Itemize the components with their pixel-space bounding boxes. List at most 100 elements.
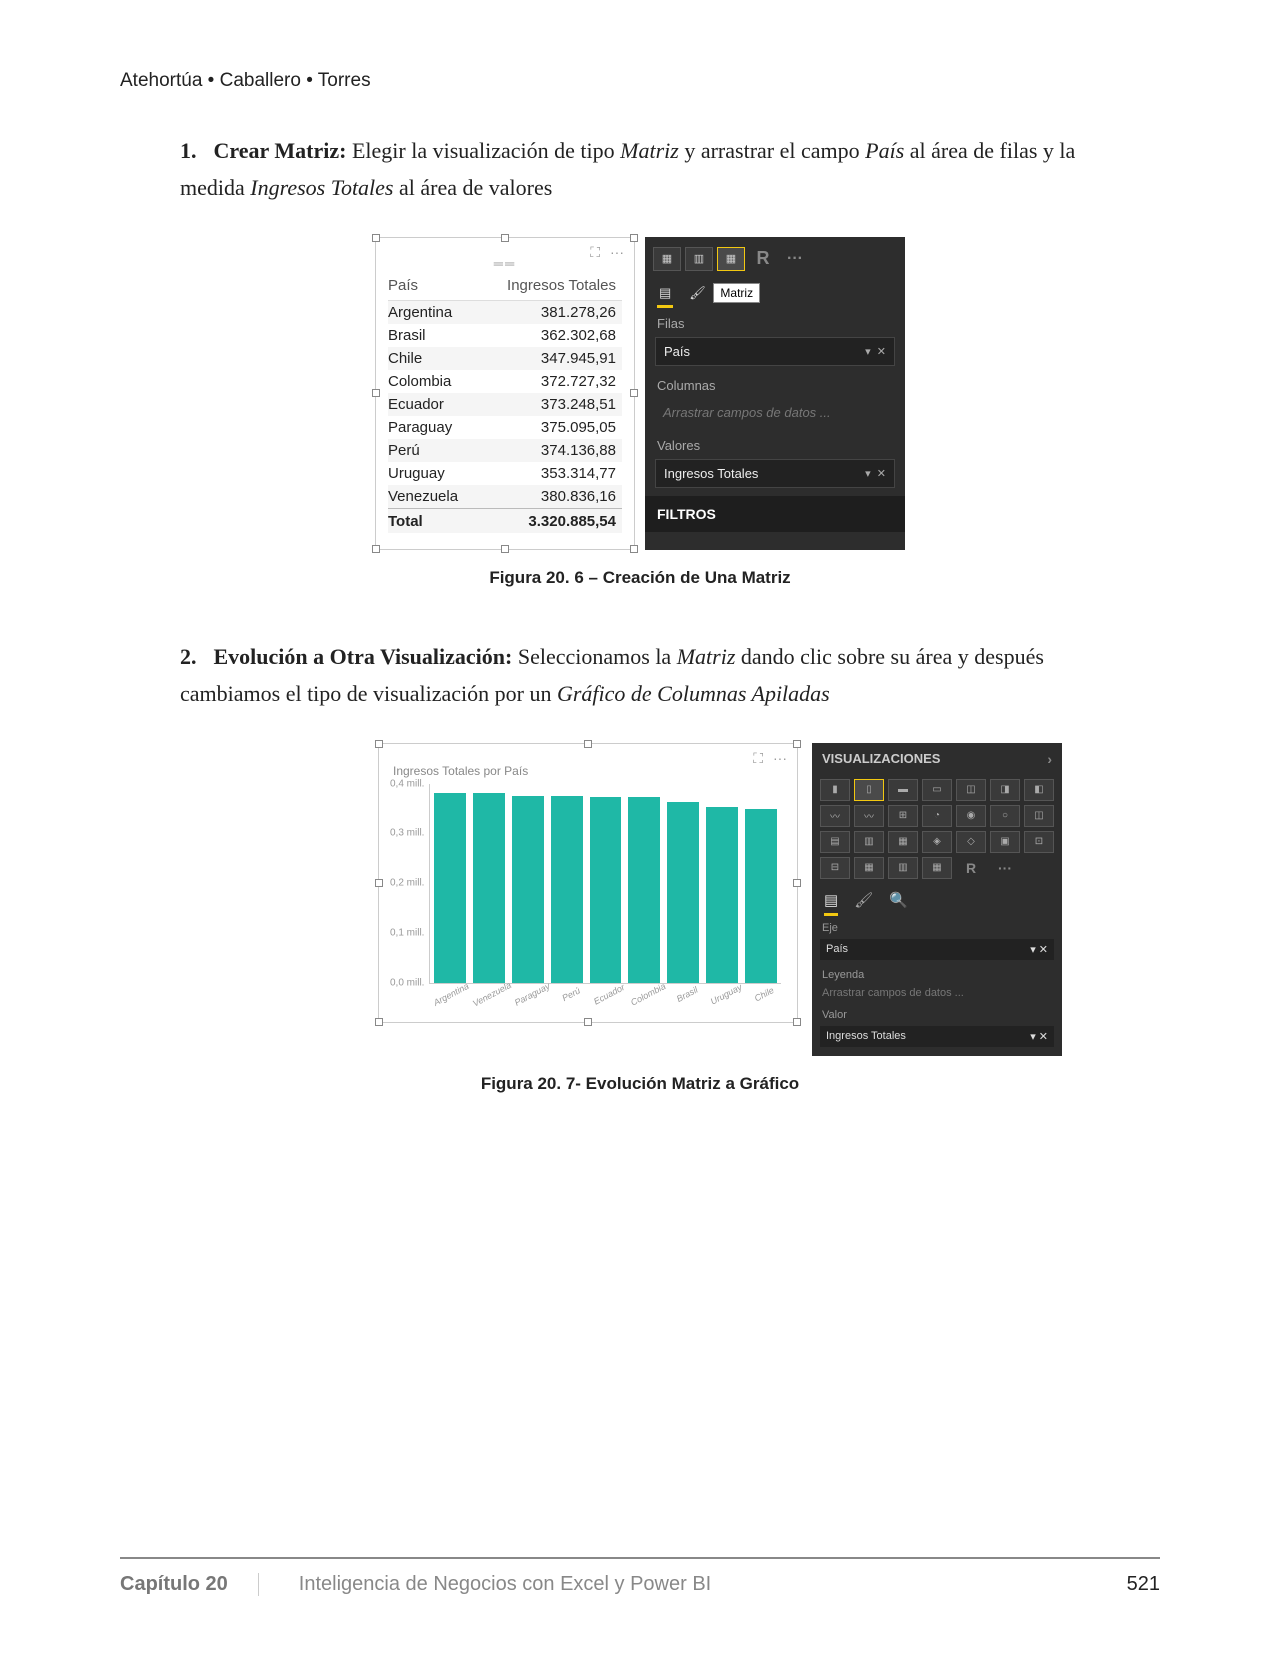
- chart-bar[interactable]: [590, 797, 622, 983]
- more-options-icon[interactable]: ···: [773, 750, 787, 766]
- chart-bar[interactable]: [434, 793, 466, 983]
- viz-type-icon[interactable]: ◇: [956, 831, 986, 853]
- more-options-icon[interactable]: ···: [610, 244, 624, 260]
- fields-tab-icon[interactable]: ▤: [657, 281, 673, 308]
- y-tick-label: 0,1 mill.: [390, 927, 424, 938]
- chart-bar[interactable]: [745, 809, 777, 982]
- focus-mode-icon[interactable]: ⛶: [753, 750, 763, 766]
- chart-bar[interactable]: [473, 793, 505, 982]
- step-text: y arrastrar el campo: [684, 138, 865, 163]
- viz-type-icon[interactable]: ⊡: [1024, 831, 1054, 853]
- resize-handle[interactable]: [630, 545, 638, 553]
- resize-handle[interactable]: [584, 1018, 592, 1026]
- viz-type-icon[interactable]: ▤: [820, 831, 850, 853]
- viz-type-icon[interactable]: ▦: [854, 857, 884, 879]
- cell-country: Perú: [388, 442, 505, 459]
- table-row: Perú374.136,88: [388, 439, 622, 462]
- chart-bar[interactable]: [667, 802, 699, 982]
- table-row: Uruguay353.314,77: [388, 462, 622, 485]
- field-well-valor[interactable]: Ingresos Totales ▾ ✕: [820, 1026, 1054, 1047]
- resize-handle[interactable]: [630, 234, 638, 242]
- dropdown-icon[interactable]: ▾: [1030, 944, 1036, 956]
- chart-title: Ingresos Totales por País: [393, 764, 789, 778]
- placeholder-leyenda[interactable]: Arrastrar campos de datos ...: [812, 983, 1062, 1003]
- viz-type-icon[interactable]: ⊞: [888, 805, 918, 827]
- dropdown-icon[interactable]: ▾: [865, 468, 871, 480]
- viz-more-icon[interactable]: ···: [990, 857, 1020, 879]
- bar-chart-visual[interactable]: ⛶ ··· Ingresos Totales por País 0,4 mill…: [378, 743, 798, 1023]
- collapse-icon[interactable]: ›: [1047, 751, 1052, 767]
- resize-handle[interactable]: [630, 389, 638, 397]
- viz-type-icon[interactable]: ▬: [888, 779, 918, 801]
- viz-type-icon[interactable]: ▯: [854, 779, 884, 801]
- viz-type-icon[interactable]: ▥: [854, 831, 884, 853]
- field-well-eje[interactable]: País ▾ ✕: [820, 939, 1054, 960]
- viz-r-icon[interactable]: R: [956, 857, 986, 879]
- resize-handle[interactable]: [501, 234, 509, 242]
- matrix-total-label: Total: [388, 513, 505, 530]
- viz-type-icon[interactable]: ○: [990, 805, 1020, 827]
- placeholder-columnas[interactable]: Arrastrar campos de datos ...: [655, 399, 895, 426]
- viz-icon[interactable]: ▥: [685, 247, 713, 271]
- resize-handle[interactable]: [372, 234, 380, 242]
- viz-type-icon[interactable]: ◧: [1024, 779, 1054, 801]
- table-row: Brasil362.302,68: [388, 324, 622, 347]
- format-tab-icon[interactable]: 🖌: [854, 891, 873, 916]
- viz-type-icon[interactable]: ◉: [956, 805, 986, 827]
- resize-handle[interactable]: [793, 740, 801, 748]
- viz-type-icon[interactable]: ◔: [922, 805, 952, 827]
- resize-handle[interactable]: [793, 1018, 801, 1026]
- resize-handle[interactable]: [375, 879, 383, 887]
- resize-handle[interactable]: [584, 740, 592, 748]
- remove-icon[interactable]: ✕: [1039, 944, 1048, 956]
- resize-handle[interactable]: [793, 879, 801, 887]
- viz-matrix-icon[interactable]: ▦: [717, 247, 745, 271]
- resize-handle[interactable]: [372, 389, 380, 397]
- footer-page-number: 521: [1127, 1573, 1160, 1596]
- remove-icon[interactable]: ✕: [1039, 1031, 1048, 1043]
- viz-icon[interactable]: ▦: [653, 247, 681, 271]
- field-well-ingresos[interactable]: Ingresos Totales ▾ ✕: [655, 459, 895, 488]
- step-text: Elegir la visualización de tipo: [352, 138, 620, 163]
- viz-more-icon[interactable]: ···: [781, 247, 809, 271]
- section-filtros[interactable]: FILTROS: [645, 496, 905, 532]
- viz-type-icon[interactable]: ▭: [922, 779, 952, 801]
- viz-type-icon[interactable]: 〰: [854, 805, 884, 827]
- fields-tab-icon[interactable]: ▤: [824, 891, 838, 916]
- viz-type-icon[interactable]: 〰: [820, 805, 850, 827]
- matrix-visual[interactable]: ══ ⛶ ··· País Ingresos Totales Argentina…: [375, 237, 635, 550]
- dropdown-icon[interactable]: ▾: [1030, 1031, 1036, 1043]
- chart-bar[interactable]: [706, 807, 738, 983]
- figure-1: ══ ⛶ ··· País Ingresos Totales Argentina…: [120, 237, 1160, 550]
- field-label: Ingresos Totales: [826, 1030, 906, 1042]
- viz-type-icon[interactable]: ◫: [956, 779, 986, 801]
- remove-icon[interactable]: ✕: [877, 468, 886, 480]
- footer-title: Inteligencia de Negocios con Excel y Pow…: [259, 1573, 1127, 1596]
- resize-handle[interactable]: [375, 1018, 383, 1026]
- viz-type-icon[interactable]: ◫: [1024, 805, 1054, 827]
- focus-mode-icon[interactable]: ⛶: [590, 244, 600, 260]
- viz-type-icon[interactable]: ◨: [990, 779, 1020, 801]
- section-leyenda: Leyenda: [812, 963, 1062, 983]
- chart-bar[interactable]: [628, 797, 660, 982]
- viz-type-icon[interactable]: ▣: [990, 831, 1020, 853]
- viz-type-icon[interactable]: ▮: [820, 779, 850, 801]
- chart-bar[interactable]: [512, 796, 544, 983]
- analytics-tab-icon[interactable]: 🔍: [889, 891, 908, 916]
- dropdown-icon[interactable]: ▾: [865, 346, 871, 358]
- viz-r-icon[interactable]: R: [749, 247, 777, 271]
- viz-type-icon[interactable]: ▦: [922, 857, 952, 879]
- viz-type-icon[interactable]: ⊟: [820, 857, 850, 879]
- viz-type-icon[interactable]: ◈: [922, 831, 952, 853]
- resize-handle[interactable]: [375, 740, 383, 748]
- field-well-pais[interactable]: País ▾ ✕: [655, 337, 895, 366]
- viz-type-icon[interactable]: ▦: [888, 831, 918, 853]
- x-tick-label: Perú: [551, 980, 590, 1007]
- resize-handle[interactable]: [501, 545, 509, 553]
- format-tab-icon[interactable]: 🖌 Matriz: [687, 281, 762, 307]
- resize-handle[interactable]: [372, 545, 380, 553]
- cell-value: 373.248,51: [505, 396, 622, 413]
- viz-type-icon[interactable]: ▥: [888, 857, 918, 879]
- remove-icon[interactable]: ✕: [877, 346, 886, 358]
- chart-bar[interactable]: [551, 796, 583, 982]
